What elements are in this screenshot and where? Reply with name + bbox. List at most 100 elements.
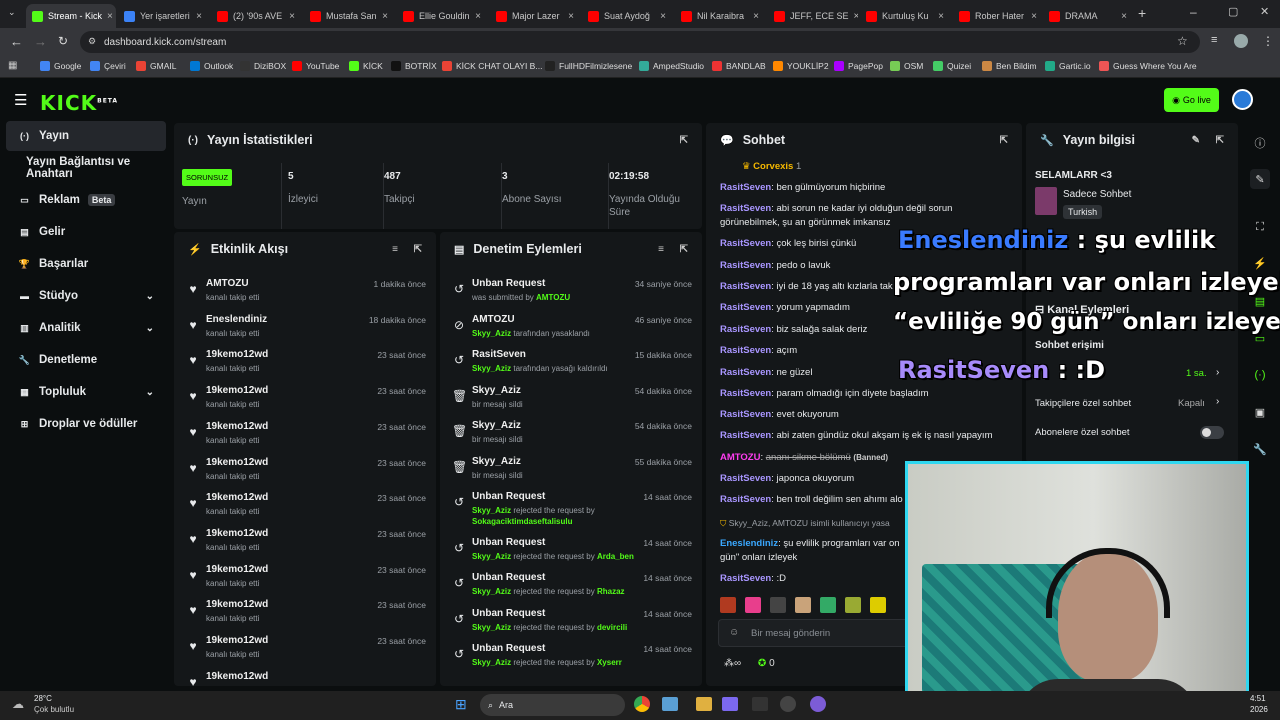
epic-taskbar-icon[interactable] — [752, 697, 768, 711]
chat-username[interactable]: Eneslendiniz — [720, 538, 778, 549]
chevron-right-icon[interactable]: › — [1216, 367, 1219, 378]
obs-taskbar-icon[interactable] — [780, 696, 796, 712]
sidebar-item[interactable]: (·) Yayın — [6, 121, 166, 151]
moderation-title[interactable]: Skyy_Aziz — [472, 456, 521, 467]
app2-taskbar-icon[interactable] — [810, 696, 826, 712]
bookmark-item[interactable]: Outlook — [190, 61, 233, 71]
close-tab-icon[interactable]: × — [1121, 11, 1127, 22]
moderation-user[interactable]: Xyserr — [597, 658, 622, 667]
bookmark-item[interactable]: YouTube — [292, 61, 339, 71]
close-tab-icon[interactable]: × — [660, 11, 666, 22]
url-input[interactable]: dashboard.kick.com/stream — [80, 31, 1200, 53]
emote-3[interactable] — [770, 597, 786, 613]
chat-username[interactable]: RasitSeven — [720, 573, 771, 584]
close-tab-icon[interactable]: × — [753, 11, 759, 22]
browser-tab[interactable]: Major Lazer × — [490, 4, 580, 28]
activity-username[interactable]: 19kemo12wd — [206, 528, 268, 539]
bookmark-item[interactable]: Quizei — [933, 61, 971, 71]
slow-mode-value[interactable]: 1 sa. — [1186, 368, 1207, 379]
chat-username[interactable]: RasitSeven — [720, 473, 771, 484]
folder-taskbar-icon[interactable] — [696, 697, 712, 711]
activity-username[interactable]: 19kemo12wd — [206, 671, 268, 682]
moderation-user[interactable]: Skyy_Aziz — [472, 658, 511, 667]
popout-icon[interactable]: ⇱ — [680, 244, 688, 255]
pencil-icon[interactable]: ✎ — [1250, 169, 1270, 189]
moderation-user[interactable]: Skyy_Aziz — [472, 587, 511, 596]
moderation-title[interactable]: Unban Request — [472, 572, 545, 583]
moderation-title[interactable]: Unban Request — [472, 537, 545, 548]
moderation-user[interactable]: AMTOZU — [536, 293, 570, 302]
activity-username[interactable]: AMTOZU — [206, 278, 249, 289]
bookmark-item[interactable]: Çeviri — [90, 61, 126, 71]
sidebar-item[interactable]: 🏆 Başarılar — [6, 249, 166, 279]
activity-username[interactable]: 19kemo12wd — [206, 457, 268, 468]
browser-menu-icon[interactable]: ⋮ — [1262, 34, 1274, 48]
activity-username[interactable]: 19kemo12wd — [206, 564, 268, 575]
sidebar-item[interactable]: ▬ Stüdyo ⌄ — [6, 281, 166, 311]
moderation-user[interactable]: Skyy_Aziz — [472, 329, 511, 338]
emote-4[interactable] — [795, 597, 811, 613]
bookmark-item[interactable]: Guess Where You Are — [1099, 61, 1197, 71]
bookmark-item[interactable]: KİCK — [349, 61, 383, 71]
bookmark-item[interactable]: KİCK CHAT OLAYI B... — [442, 61, 542, 71]
moderation-title[interactable]: Unban Request — [472, 643, 545, 654]
emote-2[interactable] — [745, 597, 761, 613]
moderation-title[interactable]: Unban Request — [472, 491, 545, 502]
browser-tab[interactable]: DRAMA × — [1043, 4, 1133, 28]
new-tab-button[interactable]: + — [1138, 5, 1146, 21]
apps-grid-icon[interactable]: ▦ — [8, 60, 17, 71]
grid-icon[interactable]: ▣ — [1250, 402, 1270, 422]
browser-tab[interactable]: Rober Hater × — [953, 4, 1043, 28]
activity-username[interactable]: 19kemo12wd — [206, 349, 268, 360]
bookmark-item[interactable]: GMAIL — [136, 61, 176, 71]
forward-icon[interactable]: → — [34, 34, 47, 49]
activity-username[interactable]: 19kemo12wd — [206, 421, 268, 432]
close-tab-icon[interactable]: × — [382, 11, 388, 22]
activity-username[interactable]: 19kemo12wd — [206, 492, 268, 503]
moderation-title[interactable]: Unban Request — [472, 608, 545, 619]
chat-input-emoji-icon[interactable]: ☺ — [729, 627, 739, 638]
chat-username[interactable]: RasitSeven — [720, 494, 771, 505]
app-taskbar-icon[interactable] — [662, 697, 678, 711]
moderation-user[interactable]: Skyy_Aziz — [472, 364, 511, 373]
browser-tab[interactable]: Nil Karaibra × — [675, 4, 765, 28]
edit-icon[interactable]: ✎ — [1192, 135, 1200, 146]
info-circle-icon[interactable]: ⓘ — [1250, 133, 1270, 153]
sidebar-item[interactable]: ▦ Topluluk ⌄ — [6, 377, 166, 407]
chat-username[interactable]: RasitSeven — [720, 345, 771, 356]
moderation-user[interactable]: Sokagaciktimdaseftalisulu — [472, 517, 572, 526]
chat-username[interactable]: RasitSeven — [720, 281, 771, 292]
bookmark-item[interactable]: BANDLAB — [712, 61, 766, 71]
browser-tab[interactable]: (2) '90s AVE × — [211, 4, 301, 28]
wrench-icon[interactable]: 🔧 — [1250, 439, 1270, 459]
teams-taskbar-icon[interactable] — [722, 697, 738, 711]
taskbar-search[interactable]: ⌕ Ara — [480, 694, 625, 716]
chevron-right-icon[interactable]: › — [1216, 396, 1219, 407]
bookmark-item[interactable]: YOUKLİP2 — [773, 61, 829, 71]
bookmark-item[interactable]: PagePop — [834, 61, 883, 71]
emote-7[interactable] — [870, 597, 886, 613]
chat-username[interactable]: RasitSeven — [720, 238, 771, 249]
crop-icon[interactable]: ⛶ — [1250, 217, 1270, 237]
popout-icon[interactable]: ⇱ — [680, 135, 688, 146]
filter-icon[interactable]: ≡ — [658, 244, 664, 255]
go-live-button[interactable]: ◉ Go live — [1164, 88, 1219, 112]
browser-tab[interactable]: Mustafa San × — [304, 4, 394, 28]
close-tab-icon[interactable]: × — [196, 11, 202, 22]
bookmark-item[interactable]: OSM — [890, 61, 923, 71]
chat-username[interactable]: RasitSeven — [720, 367, 771, 378]
chat-username[interactable]: AMTOZU — [720, 452, 760, 463]
chat-username[interactable]: RasitSeven — [720, 302, 771, 313]
chat-username[interactable]: RasitSeven — [720, 388, 771, 399]
close-tab-icon[interactable]: × — [289, 11, 295, 22]
bookmark-item[interactable]: Google — [40, 61, 81, 71]
back-icon[interactable]: ← — [10, 34, 23, 49]
chevron-down-icon[interactable]: ⌄ — [146, 291, 154, 302]
sidebar-item[interactable]: Yayın Bağlantısı ve Anahtarı — [6, 153, 166, 183]
activity-username[interactable]: 19kemo12wd — [206, 599, 268, 610]
close-tab-icon[interactable]: × — [854, 11, 858, 22]
bookmark-item[interactable]: Gartic.io — [1045, 61, 1091, 71]
emote-5[interactable] — [820, 597, 836, 613]
bookmark-item[interactable]: BOTRİX — [391, 61, 437, 71]
windows-start-icon[interactable]: ⊞ — [455, 696, 467, 713]
